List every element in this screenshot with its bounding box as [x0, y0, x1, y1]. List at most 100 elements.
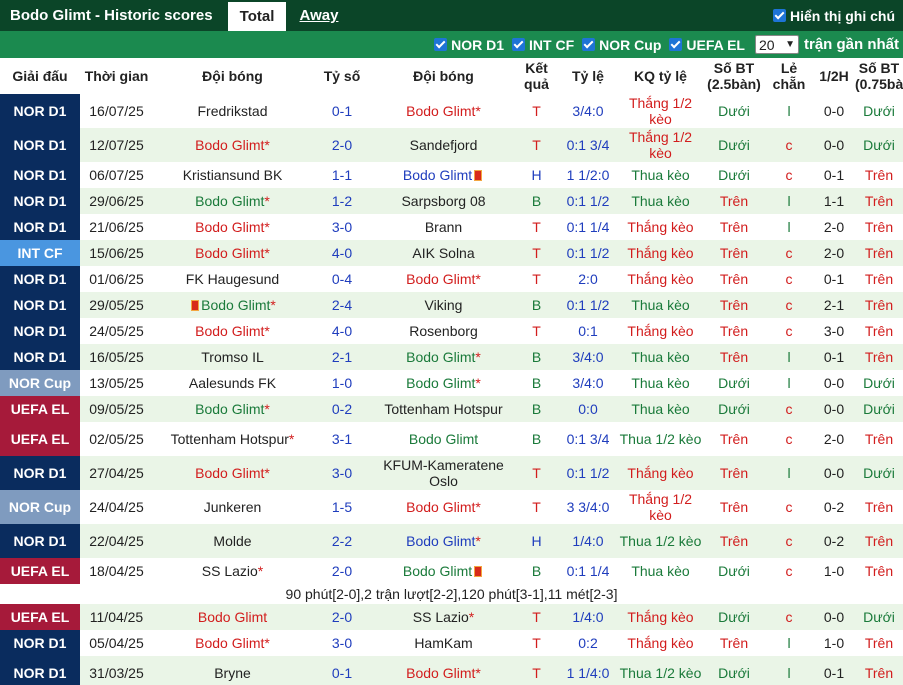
match-score[interactable]: 3-1 — [312, 422, 372, 456]
table-row[interactable]: NOR D1 16/05/25 Tromso IL 2-1 Bodo Glimt* B 3/… — [0, 344, 903, 370]
match-score[interactable]: 4-0 — [312, 318, 372, 344]
league-badge[interactable]: NOR D1 — [0, 656, 80, 685]
away-team[interactable]: Bodo Glimt — [403, 563, 472, 579]
show-notes-toggle[interactable]: Hiển thị ghi chú — [773, 0, 895, 31]
filter-nor-cup[interactable]: NOR Cup — [582, 37, 661, 53]
filter-int-cf[interactable]: INT CF — [512, 37, 574, 53]
away-team[interactable]: Bodo Glimt — [403, 167, 472, 183]
match-score[interactable]: 2-4 — [312, 292, 372, 318]
home-team[interactable]: Bodo Glimt — [195, 137, 264, 153]
table-row[interactable]: NOR D1 31/03/25 Bryne 0-1 Bodo Glimt* T 1 1/4:… — [0, 656, 903, 685]
away-team[interactable]: Bodo Glimt — [406, 271, 475, 287]
home-team[interactable]: SS Lazio — [202, 563, 258, 579]
table-row[interactable]: NOR D1 29/05/25 Bodo Glimt* 2-4 Viking B 0:1 1… — [0, 292, 903, 318]
table-row[interactable]: NOR D1 29/06/25 Bodo Glimt* 1-2 Sarpsborg 08… — [0, 188, 903, 214]
match-score[interactable]: 0-1 — [312, 656, 372, 685]
away-team[interactable]: Brann — [425, 219, 462, 235]
home-team[interactable]: Kristiansund BK — [183, 167, 283, 183]
table-row[interactable]: NOR D1 12/07/25 Bodo Glimt* 2-0 Sandefjord T 0… — [0, 128, 903, 162]
filter-nor-d1[interactable]: NOR D1 — [434, 37, 504, 53]
league-badge[interactable]: NOR D1 — [0, 162, 80, 188]
home-team[interactable]: Bodo Glimt — [195, 465, 264, 481]
home-team[interactable]: Molde — [213, 533, 251, 549]
table-row[interactable]: UEFA EL 02/05/25 Tottenham Hotspur* 3-1 Bodo… — [0, 422, 903, 456]
away-team[interactable]: Sandefjord — [410, 137, 478, 153]
tab-total[interactable]: Total — [228, 2, 286, 31]
match-score[interactable]: 1-2 — [312, 188, 372, 214]
table-row[interactable]: NOR D1 24/05/25 Bodo Glimt* 4-0 Rosenborg T 0:… — [0, 318, 903, 344]
match-score[interactable]: 2-0 — [312, 604, 372, 630]
home-team[interactable]: Bodo Glimt — [198, 609, 267, 625]
league-badge[interactable]: UEFA EL — [0, 422, 80, 456]
league-badge[interactable]: NOR D1 — [0, 630, 80, 656]
league-badge[interactable]: NOR D1 — [0, 214, 80, 240]
filter-uefa-el[interactable]: UEFA EL — [669, 37, 745, 53]
home-team[interactable]: Bodo Glimt — [195, 635, 264, 651]
table-row[interactable]: NOR D1 22/04/25 Molde 2-2 Bodo Glimt* H 1/4:0 T… — [0, 524, 903, 558]
league-badge[interactable]: UEFA EL — [0, 558, 80, 584]
away-team[interactable]: Bodo Glimt — [406, 665, 475, 681]
league-badge[interactable]: NOR D1 — [0, 188, 80, 214]
home-team[interactable]: Junkeren — [204, 499, 262, 515]
checkbox-icon[interactable] — [773, 9, 786, 22]
match-score[interactable]: 2-1 — [312, 344, 372, 370]
league-badge[interactable]: NOR D1 — [0, 266, 80, 292]
table-row[interactable]: NOR D1 05/04/25 Bodo Glimt* 3-0 HamKam T 0:2 Th… — [0, 630, 903, 656]
league-badge[interactable]: NOR D1 — [0, 344, 80, 370]
away-team[interactable]: KFUM-Kameratene Oslo — [383, 457, 504, 489]
league-badge[interactable]: NOR D1 — [0, 128, 80, 162]
away-team[interactable]: Rosenborg — [409, 323, 478, 339]
table-row[interactable]: NOR D1 21/06/25 Bodo Glimt* 3-0 Brann T 0:1 1/… — [0, 214, 903, 240]
league-badge[interactable]: NOR D1 — [0, 318, 80, 344]
home-team[interactable]: FK Haugesund — [186, 271, 279, 287]
league-badge[interactable]: NOR D1 — [0, 292, 80, 318]
home-team[interactable]: Bodo Glimt — [195, 401, 264, 417]
match-score[interactable]: 2-2 — [312, 524, 372, 558]
table-row[interactable]: NOR Cup 24/04/25 Junkeren 1-5 Bodo Glimt* T 3 … — [0, 490, 903, 524]
away-team[interactable]: AIK Solna — [412, 245, 474, 261]
table-row[interactable]: INT CF 15/06/25 Bodo Glimt* 4-0 AIK Solna T 0:… — [0, 240, 903, 266]
home-team[interactable]: Fredrikstad — [197, 103, 267, 119]
league-badge[interactable]: NOR D1 — [0, 94, 80, 128]
league-badge[interactable]: UEFA EL — [0, 396, 80, 422]
match-count-select[interactable]: 20 ▼ — [754, 35, 799, 54]
table-row[interactable]: UEFA EL 18/04/25 SS Lazio* 2-0 Bodo Glimt B 0:… — [0, 558, 903, 584]
checkbox-icon[interactable] — [434, 38, 448, 51]
match-score[interactable]: 0-4 — [312, 266, 372, 292]
away-team[interactable]: Sarpsborg 08 — [401, 193, 485, 209]
home-team[interactable]: Bodo Glimt — [195, 219, 264, 235]
match-score[interactable]: 0-1 — [312, 94, 372, 128]
away-team[interactable]: Bodo Glimt — [406, 349, 475, 365]
checkbox-icon[interactable] — [582, 38, 596, 51]
table-row[interactable]: UEFA EL 09/05/25 Bodo Glimt* 0-2 Tottenham H… — [0, 396, 903, 422]
checkbox-icon[interactable] — [512, 38, 526, 51]
league-badge[interactable]: UEFA EL — [0, 604, 80, 630]
match-score[interactable]: 1-5 — [312, 490, 372, 524]
home-team[interactable]: Tromso IL — [201, 349, 264, 365]
away-team[interactable]: Tottenham Hotspur — [384, 401, 502, 417]
match-score[interactable]: 4-0 — [312, 240, 372, 266]
table-row[interactable]: UEFA EL 11/04/25 Bodo Glimt 2-0 SS Lazio* T 1/… — [0, 604, 903, 630]
home-team[interactable]: Bryne — [214, 665, 251, 681]
match-score[interactable]: 3-0 — [312, 456, 372, 490]
home-team[interactable]: Bodo Glimt — [195, 193, 264, 209]
table-row[interactable]: NOR D1 01/06/25 FK Haugesund 0-4 Bodo Glimt*… — [0, 266, 903, 292]
match-score[interactable]: 3-0 — [312, 214, 372, 240]
home-team[interactable]: Aalesunds FK — [189, 375, 276, 391]
table-row[interactable]: NOR D1 27/04/25 Bodo Glimt* 3-0 KFUM-Kamerat… — [0, 456, 903, 490]
league-badge[interactable]: NOR D1 — [0, 524, 80, 558]
away-team[interactable]: Bodo Glimt — [409, 431, 478, 447]
away-team[interactable]: Bodo Glimt — [406, 499, 475, 515]
away-team[interactable]: Bodo Glimt — [406, 533, 475, 549]
away-team[interactable]: Bodo Glimt — [406, 375, 475, 391]
home-team[interactable]: Bodo Glimt — [195, 323, 264, 339]
league-badge[interactable]: INT CF — [0, 240, 80, 266]
match-score[interactable]: 3-0 — [312, 630, 372, 656]
match-score[interactable]: 2-0 — [312, 128, 372, 162]
match-score[interactable]: 0-2 — [312, 396, 372, 422]
away-team[interactable]: HamKam — [414, 635, 472, 651]
away-team[interactable]: Viking — [425, 297, 463, 313]
home-team[interactable]: Bodo Glimt — [195, 245, 264, 261]
tab-away[interactable]: Away — [286, 0, 352, 31]
away-team[interactable]: SS Lazio — [413, 609, 469, 625]
